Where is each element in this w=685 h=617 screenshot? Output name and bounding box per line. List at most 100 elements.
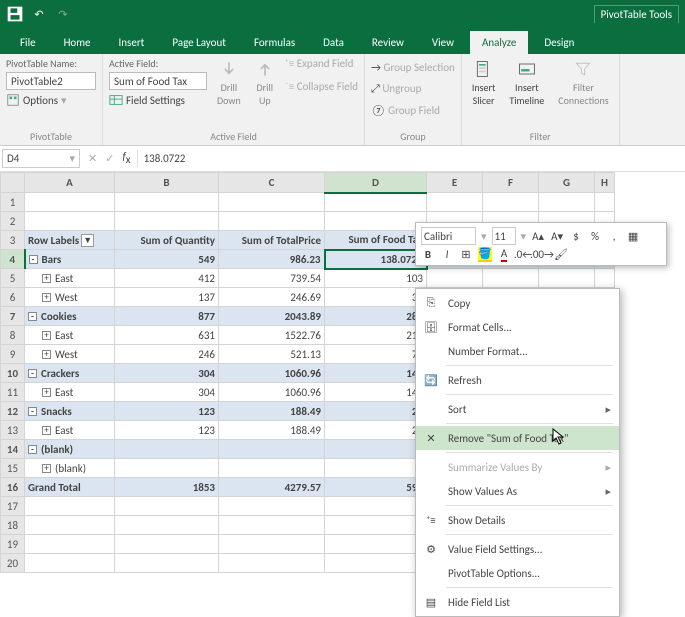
percent-icon[interactable]: % (588, 229, 602, 243)
insert-slicer-button[interactable]: Insert Slicer (468, 57, 500, 109)
activefield-input[interactable] (109, 72, 207, 90)
cell[interactable] (219, 212, 325, 231)
save-icon[interactable] (6, 5, 24, 23)
cell[interactable]: +East (25, 383, 115, 402)
cell[interactable]: 188.49 (219, 402, 325, 421)
cell[interactable] (115, 193, 219, 212)
cell[interactable]: 304 (115, 364, 219, 383)
collapse-icon[interactable]: - (28, 369, 37, 378)
filter-dropdown-icon[interactable]: ▼ (81, 234, 94, 247)
cell[interactable] (115, 212, 219, 231)
cell[interactable]: -Cookies (25, 307, 115, 326)
cell[interactable]: 599 (325, 478, 427, 497)
tab-file[interactable]: File (8, 31, 48, 54)
cell[interactable] (325, 497, 427, 516)
cell[interactable]: 103 (325, 269, 427, 288)
insert-timeline-button[interactable]: Insert Timeline (505, 57, 548, 109)
decrease-font-icon[interactable]: A▾ (550, 229, 564, 243)
cell[interactable]: 412 (115, 269, 219, 288)
tab-view[interactable]: View (420, 31, 466, 54)
col-header[interactable]: H (595, 173, 615, 193)
cell[interactable] (219, 535, 325, 554)
cell[interactable] (325, 440, 427, 459)
cell[interactable]: 631 (115, 326, 219, 345)
cell[interactable]: 213 (325, 326, 427, 345)
pvt-header[interactable]: Sum of Quantity (115, 231, 219, 250)
cell[interactable]: 188.49 (219, 421, 325, 440)
cell[interactable]: 986.23 (219, 250, 325, 269)
cell[interactable]: 521.13 (219, 345, 325, 364)
expand-icon[interactable]: + (42, 350, 51, 359)
bold-icon[interactable]: B (421, 247, 435, 261)
tab-design[interactable]: Design (532, 31, 586, 54)
pvtname-input[interactable] (6, 72, 96, 90)
cell[interactable]: 286 (325, 307, 427, 326)
pvt-header[interactable]: Sum of Food Tax (325, 231, 427, 250)
cell[interactable]: +West (25, 345, 115, 364)
cell[interactable] (25, 554, 115, 573)
col-header[interactable]: F (483, 173, 539, 193)
pvt-header[interactable]: Sum of TotalPrice (219, 231, 325, 250)
ctx-value-field-settings[interactable]: ⚙Value Field Settings... (416, 537, 619, 561)
cell[interactable]: 148 (325, 383, 427, 402)
ctx-show-details[interactable]: ⁺≡Show Details (416, 508, 619, 532)
cell[interactable]: 34 (325, 288, 427, 307)
cell[interactable]: 123 (115, 421, 219, 440)
cell[interactable]: 148 (325, 364, 427, 383)
col-header[interactable]: C (219, 173, 325, 193)
cell[interactable] (325, 212, 427, 231)
ctx-number-format[interactable]: Number Format... (416, 339, 619, 363)
col-header[interactable]: B (115, 173, 219, 193)
cell[interactable]: +West (25, 288, 115, 307)
borders-icon[interactable]: ⊞ (459, 247, 473, 261)
currency-icon[interactable]: $ (569, 229, 583, 243)
expand-icon[interactable]: + (42, 426, 51, 435)
tab-formulas[interactable]: Formulas (242, 31, 307, 54)
cell[interactable] (325, 535, 427, 554)
cell[interactable]: +East (25, 269, 115, 288)
cell[interactable] (219, 459, 325, 478)
fontsize-combo[interactable] (492, 227, 516, 245)
cell[interactable] (325, 554, 427, 573)
ctx-copy[interactable]: ⎘Copy (416, 291, 619, 315)
col-header[interactable]: D (325, 173, 427, 193)
cell[interactable] (325, 459, 427, 478)
expand-icon[interactable]: + (42, 464, 51, 473)
col-header[interactable]: A (25, 173, 115, 193)
cell[interactable] (539, 193, 595, 212)
italic-icon[interactable]: I (440, 247, 454, 261)
cell[interactable] (595, 193, 615, 212)
cell[interactable]: 246.69 (219, 288, 325, 307)
comma-icon[interactable]: , (607, 229, 621, 243)
col-header[interactable]: E (427, 173, 483, 193)
cell[interactable] (115, 440, 219, 459)
cell[interactable]: 1853 (115, 478, 219, 497)
cell[interactable] (483, 193, 539, 212)
cell[interactable] (115, 459, 219, 478)
cell[interactable]: 304 (115, 383, 219, 402)
cell[interactable]: -Bars (25, 250, 115, 269)
name-box[interactable]: D4▾ (2, 149, 80, 168)
ctx-format-cells[interactable]: 🗄Format Cells... (416, 315, 619, 339)
tab-insert[interactable]: Insert (107, 31, 157, 54)
increase-decimal-icon[interactable]: .00→ (535, 247, 549, 261)
row-header[interactable]: 1 (1, 193, 25, 212)
cell[interactable] (115, 516, 219, 535)
increase-font-icon[interactable]: A▴ (531, 229, 545, 243)
cell[interactable] (115, 554, 219, 573)
cell[interactable] (25, 535, 115, 554)
expand-icon[interactable]: + (42, 293, 51, 302)
cell[interactable]: 549 (115, 250, 219, 269)
cell[interactable] (25, 497, 115, 516)
cell[interactable] (115, 497, 219, 516)
cell[interactable]: 123 (115, 402, 219, 421)
font-color-icon[interactable]: A (497, 247, 511, 261)
cell[interactable] (25, 212, 115, 231)
expand-icon[interactable]: + (42, 274, 51, 283)
cell[interactable] (219, 497, 325, 516)
ctx-remove-field[interactable]: ✕Remove "Sum of Food Tax" (416, 426, 619, 450)
cell[interactable] (115, 535, 219, 554)
options-button[interactable]: Options ▾ (6, 92, 96, 108)
cell[interactable] (219, 554, 325, 573)
cell[interactable]: 1060.96 (219, 383, 325, 402)
